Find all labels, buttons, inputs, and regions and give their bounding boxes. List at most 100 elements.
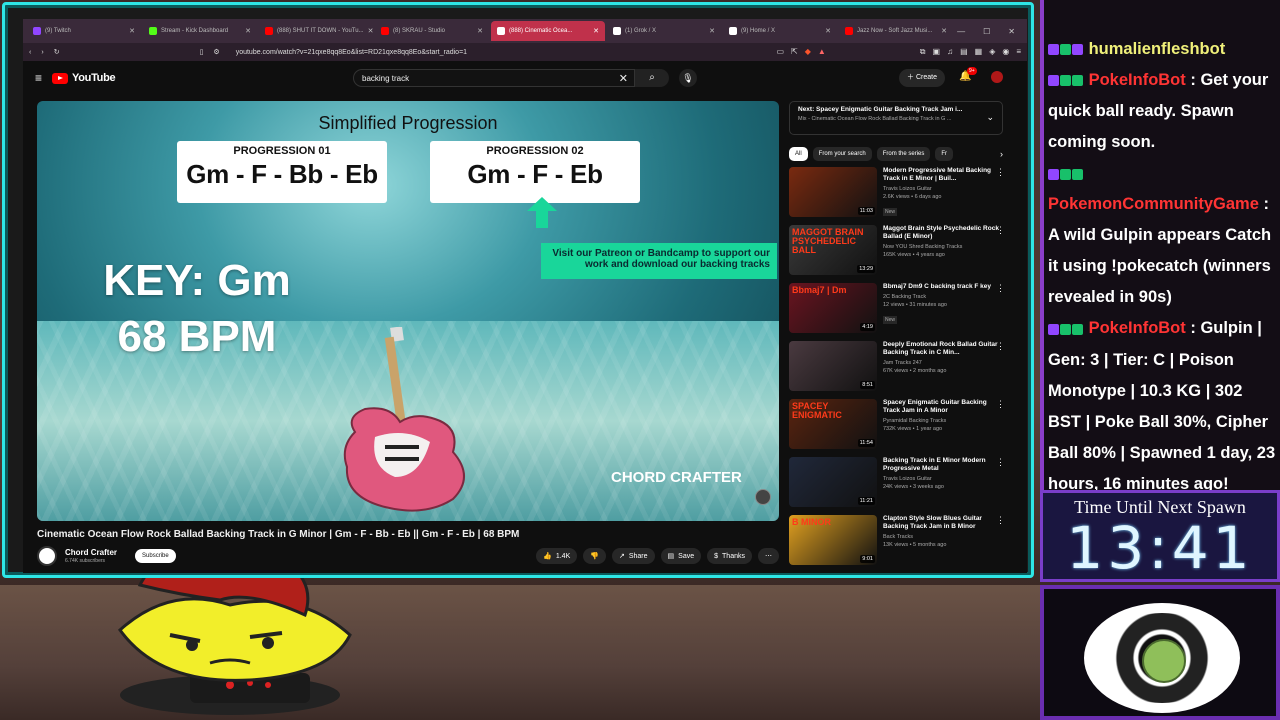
channel-avatar[interactable] <box>37 546 57 566</box>
more-vert-icon[interactable]: ⋮ <box>996 341 1005 352</box>
rec-title[interactable]: Modern Progressive Metal Backing Track i… <box>883 167 1003 183</box>
bookmark-icon[interactable]: ▯ <box>200 48 204 56</box>
site-info-icon[interactable]: ⚙ <box>213 48 219 56</box>
rec-channel[interactable]: Jam Tracks 247 <box>883 360 1003 366</box>
tab-x-home[interactable]: (9) Home / X ✕ <box>723 21 837 41</box>
chip-from-series[interactable]: From the series <box>876 147 931 161</box>
chevron-right-icon[interactable]: › <box>1000 149 1003 159</box>
up-next-panel[interactable]: Next: Spacey Enigmatic Guitar Backing Tr… <box>789 101 1003 135</box>
more-vert-icon[interactable]: ⋮ <box>996 515 1005 526</box>
rec-item[interactable]: 11:03 Modern Progressive Metal Backing T… <box>789 167 1005 219</box>
search-input[interactable]: backing track ✕ <box>353 69 635 87</box>
forward-icon[interactable]: › <box>41 49 43 56</box>
rec-channel[interactable]: Now YOU Shred Backing Tracks <box>883 244 1003 250</box>
close-tab-icon[interactable]: ✕ <box>941 27 947 35</box>
rec-item[interactable]: 11:21 Backing Track in E Minor Modern Pr… <box>789 457 1005 509</box>
clear-search-icon[interactable]: ✕ <box>619 72 628 85</box>
rec-title[interactable]: Backing Track in E Minor Modern Progress… <box>883 457 1003 473</box>
chip-all[interactable]: All <box>789 147 808 161</box>
rec-title[interactable]: Clapton Style Slow Blues Guitar Backing … <box>883 515 1003 531</box>
chat-username[interactable]: humalienfleshbot <box>1089 40 1226 58</box>
chip-from-search[interactable]: From your search <box>812 147 872 161</box>
maximize-icon[interactable]: ☐ <box>983 27 990 36</box>
more-vert-icon[interactable]: ⋮ <box>996 457 1005 468</box>
minimize-icon[interactable]: — <box>957 27 965 36</box>
like-button[interactable]: 👍 1.4K <box>536 548 578 564</box>
dislike-button[interactable]: 👎 <box>583 548 606 564</box>
brave-shield-icon[interactable]: ◆ <box>805 47 811 57</box>
rec-thumbnail[interactable]: B MINOR 9:01 <box>789 515 877 565</box>
tab-kick[interactable]: Stream - Kick Dashboard ✕ <box>143 21 257 41</box>
thanks-button[interactable]: $ Thanks <box>707 548 752 564</box>
back-icon[interactable]: ‹ <box>29 49 31 56</box>
create-button[interactable]: ＋ Create <box>899 69 945 87</box>
more-vert-icon[interactable]: ⋮ <box>996 167 1005 178</box>
share-icon[interactable]: ⇱ <box>791 47 798 57</box>
close-tab-icon[interactable]: ✕ <box>129 27 135 35</box>
tab-grok[interactable]: (1) Grok / X ✕ <box>607 21 721 41</box>
rewards-icon[interactable]: ▲ <box>818 47 826 57</box>
menu-icon[interactable]: ≡ <box>1016 47 1021 57</box>
rec-title[interactable]: Maggot Brain Style Psychedelic Rock Ball… <box>883 225 1003 241</box>
close-tab-icon[interactable]: ✕ <box>368 27 373 35</box>
youtube-logo[interactable]: YouTube <box>52 72 116 84</box>
chevron-down-icon[interactable]: ⌄ <box>986 112 994 123</box>
extension-icon[interactable]: ♫ <box>947 47 953 57</box>
rec-item[interactable]: 8:51 Deeply Emotional Rock Ballad Guitar… <box>789 341 1005 393</box>
rec-thumbnail[interactable]: SPACEY ENIGMATIC 11:54 <box>789 399 877 449</box>
hamburger-menu-icon[interactable]: ≡ <box>35 71 42 85</box>
more-actions-button[interactable]: ⋯ <box>758 548 779 564</box>
close-window-icon[interactable]: ✕ <box>1008 27 1015 36</box>
close-tab-icon[interactable]: ✕ <box>245 27 251 35</box>
rec-thumbnail[interactable]: 11:03 <box>789 167 877 217</box>
subscribe-button[interactable]: Subscribe <box>135 549 176 563</box>
rec-channel[interactable]: Back Tracks <box>883 534 1003 540</box>
address-field[interactable]: youtube.com/watch?v=21qxe8qq8Eo&list=RD2… <box>230 45 767 59</box>
chat-username[interactable]: PokeInfoBot <box>1089 71 1186 89</box>
channel-name[interactable]: Chord Crafter <box>65 548 117 557</box>
share-button[interactable]: ↗ Share <box>611 548 655 564</box>
rec-title[interactable]: Deeply Emotional Rock Ballad Guitar Back… <box>883 341 1003 357</box>
reload-icon[interactable]: ↻ <box>54 48 60 56</box>
tab-youtube-active[interactable]: (888) Cinematic Ocea... ✕ <box>491 21 605 41</box>
voice-search-button[interactable]: 🎙 <box>679 69 697 87</box>
account-avatar[interactable] <box>991 71 1003 83</box>
rec-channel[interactable]: Travis Loizos Guitar <box>883 186 1003 192</box>
cast-icon[interactable]: ▭ <box>776 47 784 57</box>
rec-channel[interactable]: Pyramidal Backing Tracks <box>883 418 1003 424</box>
channel-watermark-logo[interactable] <box>755 489 771 505</box>
close-tab-icon[interactable]: ✕ <box>593 27 599 35</box>
tab-twitch[interactable]: (9) Twitch ✕ <box>27 21 141 41</box>
close-tab-icon[interactable]: ✕ <box>825 27 831 35</box>
extension-icon[interactable]: ▣ <box>933 47 941 57</box>
close-tab-icon[interactable]: ✕ <box>709 27 715 35</box>
rec-title[interactable]: Bbmaj7 Dm9 C backing track F key <box>883 283 1003 291</box>
extension-icon[interactable]: ⧉ <box>920 47 926 57</box>
rec-channel[interactable]: Travis Loizos Guitar <box>883 476 1003 482</box>
rec-title[interactable]: Spacey Enigmatic Guitar Backing Track Ja… <box>883 399 1003 415</box>
tab-studio[interactable]: (8) SKRAU - Studio ✕ <box>375 21 489 41</box>
search-button[interactable]: ⌕ <box>635 69 669 87</box>
more-vert-icon[interactable]: ⋮ <box>996 399 1005 410</box>
extension-icon[interactable]: ▤ <box>960 47 968 57</box>
tab-youtube-1[interactable]: (888) SHUT IT DOWN - YouTu... ✕ <box>259 21 373 41</box>
save-button[interactable]: ▤ Save <box>660 548 702 564</box>
extension-icon[interactable]: ◈ <box>989 47 995 57</box>
rec-channel[interactable]: 2C Backing Track <box>883 294 1003 300</box>
tab-jazz[interactable]: Jazz Now - Soft Jazz Musi... ✕ <box>839 21 953 41</box>
chat-username[interactable]: PokemonCommunityGame <box>1048 195 1259 213</box>
more-vert-icon[interactable]: ⋮ <box>996 225 1005 236</box>
rec-thumbnail[interactable]: 11:21 <box>789 457 877 507</box>
wallet-icon[interactable]: ◉ <box>1002 47 1009 57</box>
rec-item[interactable]: MAGGOT BRAIN PSYCHEDELIC BALL 13:29 Maggo… <box>789 225 1005 277</box>
rec-thumbnail[interactable]: 8:51 <box>789 341 877 391</box>
close-tab-icon[interactable]: ✕ <box>477 27 483 35</box>
rec-thumbnail[interactable]: Bbmaj7 | Dm 4:19 <box>789 283 877 333</box>
chip-more[interactable]: Fr <box>935 147 954 161</box>
more-vert-icon[interactable]: ⋮ <box>996 283 1005 294</box>
rec-thumbnail[interactable]: MAGGOT BRAIN PSYCHEDELIC BALL 13:29 <box>789 225 877 275</box>
chat-username[interactable]: PokeInfoBot <box>1089 319 1186 337</box>
rec-item[interactable]: B MINOR 9:01 Clapton Style Slow Blues Gui… <box>789 515 1005 567</box>
rec-item[interactable]: Bbmaj7 | Dm 4:19 Bbmaj7 Dm9 C backing tra… <box>789 283 1005 335</box>
video-player[interactable]: Simplified Progression PROGRESSION 01 Gm… <box>37 101 779 521</box>
